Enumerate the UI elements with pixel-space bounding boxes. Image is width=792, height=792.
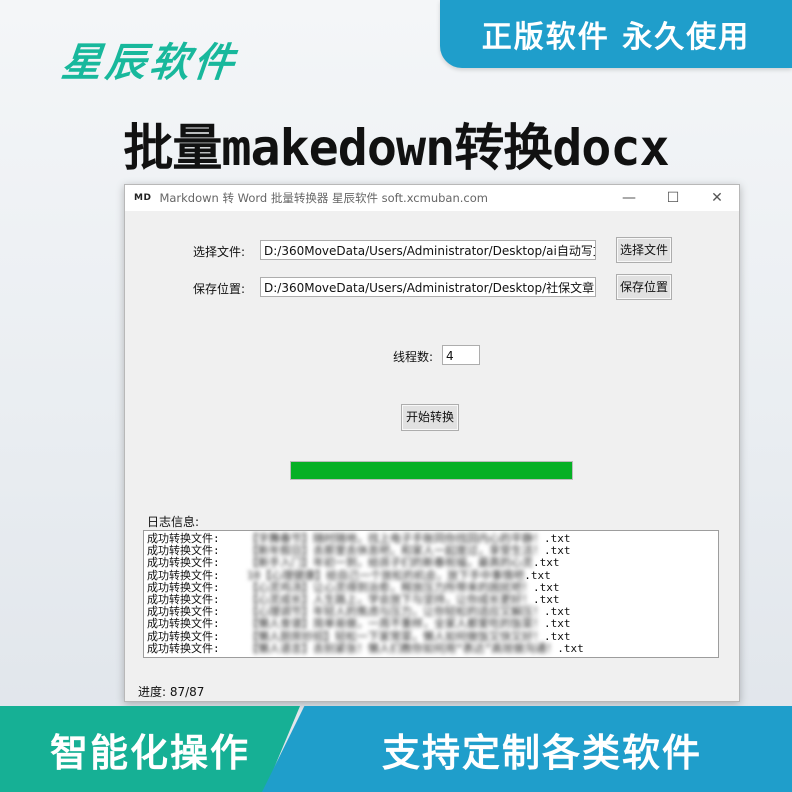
log-line-prefix: 成功转换文件: bbox=[147, 641, 220, 655]
converter-window: MD Markdown 转 Word 批量转换器 星辰软件 soft.xcmub… bbox=[124, 184, 740, 702]
threads-label: 线程数: bbox=[393, 350, 434, 364]
smart-operation-banner: 智能化操作 bbox=[0, 706, 300, 792]
log-textbox[interactable]: 成功转换文件: 【字舞春节】随时随地，找上电子手账同你找回内心的平静！ .txt 成功… bbox=[143, 530, 719, 658]
save-location-label: 保存位置: bbox=[193, 282, 246, 296]
maximize-button[interactable]: ☐ bbox=[651, 190, 695, 206]
brand-logo: 星辰软件 bbox=[59, 39, 241, 86]
progress-bar bbox=[290, 461, 573, 480]
log-line: 成功转换文件: 【懒人食谱】简单易做，一周不重样，全家人都爱吃的饭菜！ .txt bbox=[147, 618, 718, 630]
log-label: 日志信息: bbox=[147, 515, 200, 529]
log-line: 成功转换文件: 【懒人厨房妙招】轻松一下家常菜，懒人如何做饭又快又好！ .txt bbox=[147, 629, 718, 643]
save-location-input[interactable]: D:/360MoveData/Users/Administrator/Deskt… bbox=[260, 277, 596, 297]
log-line: 成功转换文件: 【新手入门】年初一到，给孩子们的新春祝福，最真的心灵 .txt bbox=[147, 557, 718, 569]
log-line-filename: 【新手入门】年初一到，给孩子们的新春祝福，最真的心灵 bbox=[247, 556, 533, 570]
select-file-input[interactable]: D:/360MoveData/Users/Administrator/Deskt… bbox=[260, 240, 596, 260]
log-line: 成功转换文件: 10【心理健康】给自己一个放松的机会，放下手中事情吧 .txt bbox=[147, 568, 718, 582]
save-location-button[interactable]: 保存位置 bbox=[616, 274, 672, 300]
progress-text: 进度: 87/87 bbox=[138, 685, 205, 699]
log-line-filename: 【懒人厨房妙招】轻松一下家常菜，懒人如何做饭又快又好！ bbox=[247, 629, 544, 643]
start-convert-button[interactable]: 开始转换 bbox=[401, 404, 459, 431]
select-file-label: 选择文件: bbox=[193, 245, 246, 259]
log-line-prefix: 成功转换文件: bbox=[147, 556, 220, 570]
title-bar[interactable]: MD Markdown 转 Word 批量转换器 星辰软件 soft.xcmub… bbox=[125, 185, 739, 211]
genuine-software-badge: 正版软件 永久使用 bbox=[440, 0, 792, 68]
log-line-extension: .txt bbox=[557, 641, 584, 655]
log-line-extension: .txt bbox=[544, 629, 571, 643]
log-line: 成功转换文件: 【懒人语言】去别紧张！懒人们教你如何用“表达”高效做沟通！ .txt bbox=[147, 641, 718, 655]
threads-input[interactable]: 4 bbox=[442, 345, 480, 365]
close-button[interactable]: ✕ bbox=[695, 190, 739, 206]
log-line-filename: 【懒人食谱】简单易做，一周不重样，全家人都爱吃的饭菜！ bbox=[247, 617, 544, 631]
app-icon: MD bbox=[134, 193, 152, 203]
minimize-button[interactable]: — bbox=[607, 190, 651, 206]
log-line-prefix: 成功转换文件: bbox=[147, 617, 220, 631]
custom-software-banner: 支持定制各类软件 bbox=[262, 706, 792, 792]
progress-fill bbox=[291, 462, 572, 479]
window-title: Markdown 转 Word 批量转换器 星辰软件 soft.xcmuban.… bbox=[159, 191, 488, 205]
select-file-button[interactable]: 选择文件 bbox=[616, 237, 672, 263]
log-line-extension: .txt bbox=[524, 568, 551, 582]
log-line-prefix: 成功转换文件: bbox=[147, 568, 220, 582]
log-line-extension: .txt bbox=[533, 556, 560, 570]
headline: 批量makedown转换docx bbox=[123, 119, 669, 177]
log-line-prefix: 成功转换文件: bbox=[147, 629, 220, 643]
log-line-filename: 10【心理健康】给自己一个放松的机会，放下手中事情吧 bbox=[247, 568, 525, 582]
log-line-extension: .txt bbox=[544, 617, 571, 631]
log-line-filename: 【懒人语言】去别紧张！懒人们教你如何用“表达”高效做沟通！ bbox=[247, 641, 558, 655]
